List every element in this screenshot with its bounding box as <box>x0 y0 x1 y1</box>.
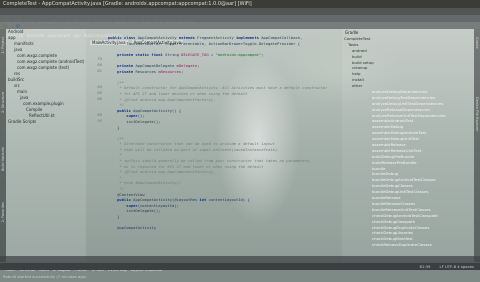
code-token: @ContentView <box>108 191 145 197</box>
project-tree: Android app manifests java com.wxgz.complete… <box>6 29 86 125</box>
code-editor[interactable]: public class AppCompatActivity extends F… <box>108 35 342 262</box>
editor-gutter: 76 79 80 81 84 85 86 89 90 <box>86 35 106 262</box>
code-token: @LayoutRes <box>174 197 200 203</box>
code-token: AppCompatActivity <box>108 225 157 231</box>
code-token: String <box>165 51 182 57</box>
caret-position[interactable]: 81:39 <box>420 263 431 270</box>
code-token: * {@link android.app.AppComponentFactory… <box>108 169 216 175</box>
code-token: AppCompatActivity() { <box>133 107 182 113</box>
code-token: ; <box>197 62 200 68</box>
code-token: AppCompatCallback, <box>261 35 303 40</box>
gradle-panel: Gradle CompleteTest Tasks android build buil… <box>342 29 474 262</box>
code-token: (contentLayoutId); <box>137 202 179 208</box>
status-encoding[interactable]: LF UTF-8 4 spaces <box>439 263 474 270</box>
project-panel: Android app manifests java com.wxgz.complete… <box>6 29 86 262</box>
left-tool-tab[interactable]: 1: Project <box>1 37 5 54</box>
code-token: super <box>108 202 138 208</box>
code-token: public <box>108 197 134 203</box>
left-tool-tab[interactable]: 2: Structure <box>1 92 5 113</box>
code-token: * @see #AppCompatActivity() <box>108 180 182 186</box>
code-token: AppCompatDelegate <box>135 62 177 68</box>
code-token: * as is required for API 27 and lower or… <box>108 163 264 169</box>
code-token: super <box>108 113 138 119</box>
breadcrumb: classes.jar androidx appcompat app AppCompat… <box>0 22 480 38</box>
code-token: public class <box>108 35 138 40</box>
code-token: } <box>108 214 120 219</box>
gradle-task-tree: CompleteTest Tasks android build build setup… <box>342 36 474 248</box>
code-token: * <p>This should generally be called fro… <box>108 158 312 164</box>
code-token: ; <box>181 68 184 74</box>
code-token: AppCompatActivity( <box>133 197 175 203</box>
code-token: contentLayoutId) { <box>208 197 250 203</box>
status-message: Rebuilt started successfully (7 minutes … <box>3 274 87 279</box>
code-token: int <box>199 197 209 203</box>
code-token: /** <box>108 79 125 85</box>
code-token: FragmentActivity <box>197 35 237 40</box>
code-line: AppCompatActivity <box>108 225 342 231</box>
code-token: * <box>108 152 122 158</box>
menu-bar: FileEditViewNavigateCodeAnalyzeRefactorB… <box>0 8 480 25</box>
right-tool-window-bar: Gradle Device File Explorer <box>474 29 480 262</box>
code-token: "androidx:appcompat" <box>215 51 262 57</box>
project-tree-item[interactable]: Gradle Scripts <box>6 119 86 125</box>
code-token: (); <box>137 113 145 119</box>
code-token: /** <box>108 135 125 141</box>
gradle-panel-header: Gradle <box>345 30 359 35</box>
left-tool-tab[interactable]: Build Variants <box>1 147 5 171</box>
code-token: private static final <box>108 51 166 57</box>
code-token: * that will be inflated as part of super… <box>108 146 280 152</box>
right-tool-tab[interactable]: Gradle <box>475 37 479 49</box>
code-token: private <box>108 62 136 68</box>
window-title: CompleteTest - AppCompatActivity.java [G… <box>3 1 252 7</box>
status-bar: Rebuilt started successfully (7 minutes … <box>0 263 480 279</box>
code-token: */ <box>108 186 125 192</box>
toolbar: CompleteTest [complete] <box>0 15 480 31</box>
code-token: * {@link android.app.AppComponentFactory… <box>108 96 216 102</box>
code-token: DELEGATE_TAG <box>181 51 209 57</box>
gradle-task-item[interactable]: checkReleaseDuplicateClasses <box>342 242 474 248</box>
code-token: implements <box>236 35 262 40</box>
code-token: extends <box>178 35 198 40</box>
code-token: * <box>108 174 122 180</box>
code-token: private <box>108 68 136 74</box>
code-token: * Alternate constructor that can be used… <box>108 141 275 147</box>
code-token: } <box>108 124 120 130</box>
left-tool-tab[interactable]: 2: Favorites <box>1 202 5 222</box>
code-token: initDelegate(); <box>108 118 161 124</box>
code-token: AppCompatActivity <box>137 35 179 40</box>
code-token: public <box>108 107 134 113</box>
code-token: * Default constructor for AppCompatActiv… <box>108 85 328 91</box>
window-title-bar: CompleteTest - AppCompatActivity.java [G… <box>0 0 480 8</box>
code-token: initDelegate(); <box>108 208 161 214</box>
code-token: */ <box>108 102 125 108</box>
code-token: TaskStackBuilder.SupportParentable, Acti… <box>108 40 301 46</box>
code-token: mResources <box>158 68 182 74</box>
code-token: * for API 27 and lower devices or when u… <box>108 90 248 96</box>
code-token: ; <box>261 51 264 57</box>
code-token: Resources <box>135 68 159 74</box>
code-token: mDelegate <box>176 62 198 68</box>
right-tool-tab[interactable]: Device File Explorer <box>475 97 479 132</box>
bottom-tool-tabs: TODOTerminalBuild6: LogcatProfiler4: Run… <box>0 256 480 272</box>
